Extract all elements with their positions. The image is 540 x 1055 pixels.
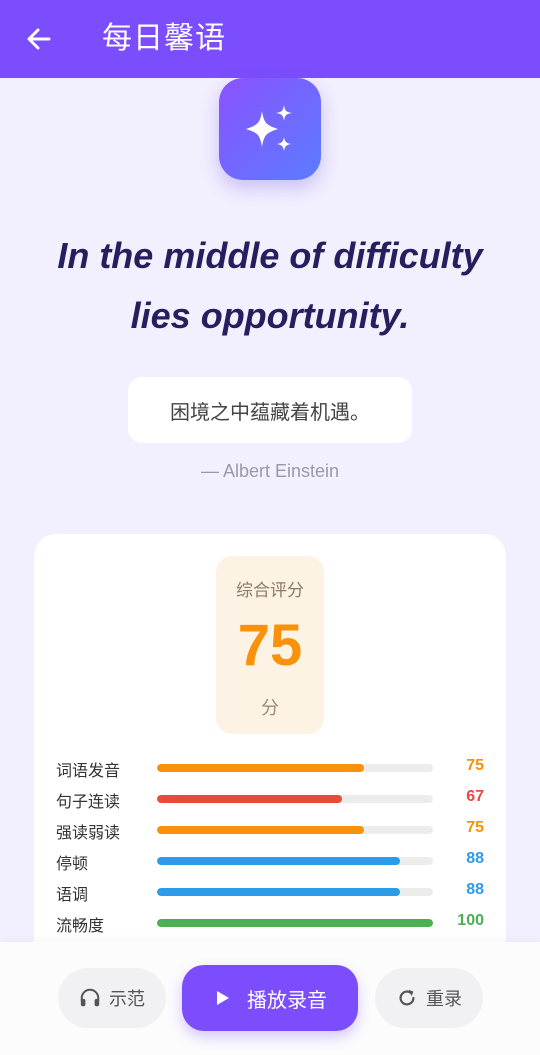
metric-bar	[157, 857, 433, 865]
action-bar: 示范 播放录音 重录	[0, 942, 540, 1055]
metric-value: 88	[466, 850, 484, 867]
metric-value: 75	[466, 757, 484, 774]
headphones-icon	[80, 988, 100, 1007]
overall-score-box: 综合评分 75 分	[216, 556, 324, 734]
metric-row: 强读弱读 75	[56, 816, 486, 844]
metric-bar	[157, 826, 433, 834]
metric-name: 停顿	[56, 854, 89, 873]
sparkles-icon	[246, 105, 292, 151]
rerecord-button-label: 重录	[426, 989, 462, 1010]
quote-english: In the middle of difficulty lies opportu…	[20, 226, 520, 346]
metric-bar	[157, 919, 433, 927]
metric-name: 强读弱读	[56, 823, 121, 842]
metric-row: 停顿 88	[56, 847, 486, 875]
metric-bar	[157, 764, 433, 772]
metric-row: 流畅度 100	[56, 909, 486, 937]
metric-row: 词语发音 75	[56, 754, 486, 782]
play-icon	[217, 991, 229, 1005]
quote-line-2: lies opportunity.	[130, 295, 410, 336]
play-recording-button[interactable]: 播放录音	[182, 965, 358, 1031]
demo-button[interactable]: 示范	[58, 968, 166, 1028]
metric-bar	[157, 888, 433, 896]
metric-bar-fill	[157, 919, 433, 927]
metric-bar-fill	[157, 764, 364, 772]
overall-score-unit: 分	[261, 698, 279, 719]
metric-name: 流畅度	[56, 916, 105, 935]
metric-row: 语调 88	[56, 878, 486, 906]
arrow-left-icon	[27, 28, 51, 50]
metric-value: 100	[457, 912, 484, 929]
page-title: 每日馨语	[102, 21, 226, 56]
overall-score-value: 75	[237, 613, 303, 678]
overall-score-label: 综合评分	[236, 581, 304, 601]
metric-value: 88	[466, 881, 484, 898]
app-header: 每日馨语	[0, 0, 540, 78]
back-button[interactable]	[22, 22, 56, 56]
metric-bar-fill	[157, 888, 400, 896]
score-card: 综合评分 75 分 词语发音 75 句子连读 67 强读弱读 75 停顿 88 …	[34, 534, 506, 974]
metric-bar-fill	[157, 795, 342, 803]
metric-bar	[157, 795, 433, 803]
demo-button-label: 示范	[109, 989, 145, 1010]
metric-bar-fill	[157, 857, 400, 865]
metric-name: 词语发音	[56, 761, 121, 780]
translation-card: 困境之中蕴藏着机遇。	[128, 377, 412, 443]
sparkles-tile	[219, 78, 321, 180]
metric-value: 67	[466, 788, 484, 805]
metric-name: 语调	[56, 885, 89, 904]
rerecord-button[interactable]: 重录	[375, 968, 483, 1028]
metric-name: 句子连读	[56, 792, 121, 811]
metric-value: 75	[466, 819, 484, 836]
metric-row: 句子连读 67	[56, 785, 486, 813]
quote-author: — Albert Einstein	[200, 461, 340, 481]
quote-translation: 困境之中蕴藏着机遇。	[170, 399, 370, 424]
metric-bar-fill	[157, 826, 364, 834]
quote-line-1: In the middle of difficulty	[57, 235, 483, 276]
play-recording-label: 播放录音	[247, 987, 327, 1012]
refresh-icon	[399, 989, 415, 1006]
